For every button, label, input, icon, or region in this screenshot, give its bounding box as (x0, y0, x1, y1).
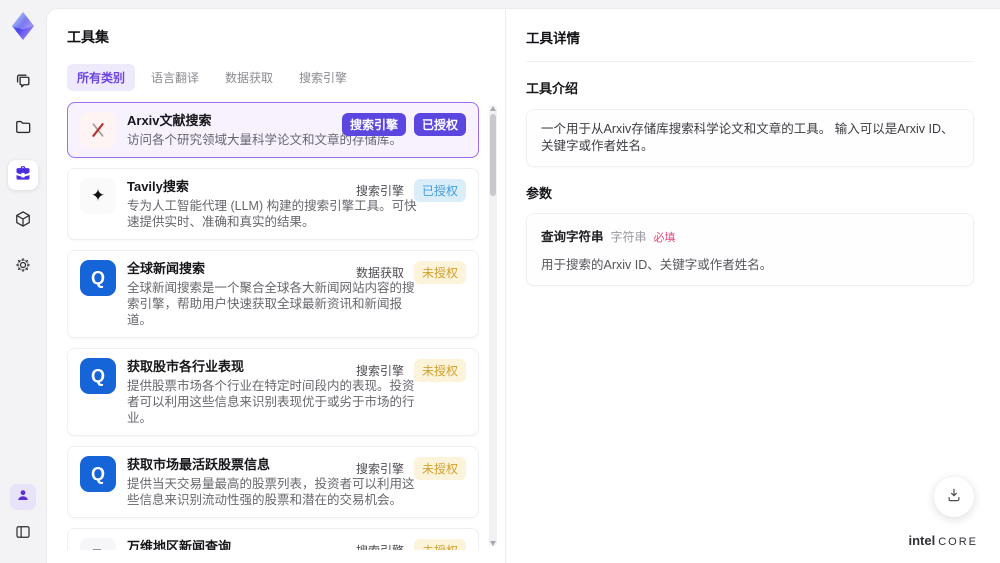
params-section-title: 参数 (526, 186, 553, 201)
tool-tags: 数据获取 未授权 (356, 261, 466, 284)
tool-description: 提供当天交易量最高的股票列表，投资者可以利用这些信息来识别流动性强的股票和潜在的… (127, 477, 415, 507)
user-avatar-button[interactable] (10, 484, 36, 510)
qnews-icon: Q (80, 358, 116, 394)
detail-title: 工具详情 (526, 31, 580, 46)
tool-card[interactable]: Arxiv文献搜索 访问各个研究领域大量科学论文和文章的存储库。 搜索引擎 已授权 (67, 102, 479, 158)
tab-category-2[interactable]: 数据获取 (215, 64, 283, 91)
chat-icon (13, 71, 33, 96)
sidebar-item-files[interactable] (8, 114, 38, 144)
intel-core-logo: intel CORE (908, 533, 978, 548)
sidebar-item-tools[interactable] (8, 160, 38, 190)
tool-tags: 搜索引擎 未授权 (356, 539, 466, 550)
tool-list-panel: 工具集 所有类别 语言翻译 数据获取 搜索引擎 Arxiv文献搜索 访问各个研究领域大量… (47, 9, 505, 563)
scrollbar-thumb[interactable] (490, 114, 496, 196)
category-tag: 搜索引擎 (356, 542, 404, 550)
category-tag: 搜索引擎 (355, 364, 404, 378)
parameter-type: 字符串 (610, 230, 647, 244)
sidebar-rail (0, 0, 46, 563)
tool-card[interactable]: Q 获取股市各行业表现 提供股票市场各个行业在特定时间段内的表现。投资者可以利用这些… (67, 348, 479, 436)
tool-tags: 搜索引擎未授权 (356, 359, 466, 382)
building-icon (80, 538, 116, 550)
folder-icon (13, 117, 33, 142)
gear-icon (13, 255, 33, 280)
tool-list: Arxiv文献搜索 访问各个研究领域大量科学论文和文章的存储库。 搜索引擎 已授权 ✦ T… (67, 102, 479, 550)
user-icon (15, 487, 31, 508)
tool-card[interactable]: ✦ Tavily搜索 专为人工智能代理 (LLM) 构建的搜索引擎工具。可快速提供实… (67, 168, 479, 240)
auth-status-badge: 已授权 (413, 179, 466, 202)
auth-status-badge: 未授权 (413, 359, 466, 382)
sidebar-bottom (8, 484, 38, 549)
auth-status-badge: 未授权 (413, 539, 466, 550)
tool-tags: 搜索引擎 已授权 (356, 179, 466, 202)
tool-description: 提供股票市场各个行业在特定时间段内的表现。投资者可以利用这些信息来识别表现优于或… (127, 379, 415, 425)
tab-category-1[interactable]: 语言翻译 (141, 64, 209, 91)
auth-status-badge: 未授权 (413, 261, 466, 284)
parameter-card: 查询字符串 字符串 必填 用于搜索的Arxiv ID、关键字或作者姓名。 (526, 213, 974, 286)
panel-toggle-button[interactable] (8, 519, 38, 549)
category-tag: 搜索引擎 (355, 184, 404, 198)
qnews-icon: Q (80, 456, 116, 492)
category-tabs: 所有类别 语言翻译 数据获取 搜索引擎 (67, 64, 501, 91)
qnews-icon: Q (80, 260, 116, 296)
brand-intel-text: intel (908, 533, 936, 548)
download-icon (945, 486, 963, 509)
tool-description: 专为人工智能代理 (LLM) 构建的搜索引擎工具。可快速提供实时、准确和真实的结… (127, 199, 417, 229)
tool-description: 全球新闻搜索是一个聚合全球各大新闻网站内容的搜索引擎，帮助用户快速获取全球最新资… (127, 281, 415, 327)
auth-status-badge: 未授权 (413, 457, 466, 480)
toolbox-icon (13, 163, 33, 188)
auth-status-badge: 已授权 (413, 113, 466, 136)
tool-tags: 搜索引擎未授权 (356, 457, 466, 480)
tool-tags: 搜索引擎 已授权 (341, 113, 466, 136)
sidebar-item-chat[interactable] (8, 68, 38, 98)
required-badge: 必填 (653, 232, 676, 244)
star-icon: ✦ (80, 178, 116, 214)
scrollbar[interactable] (489, 105, 497, 547)
page-title: 工具集 (67, 29, 109, 45)
sidebar-item-settings[interactable] (8, 252, 38, 282)
divider (526, 61, 974, 62)
category-tag: 搜索引擎 (355, 462, 404, 476)
tool-card[interactable]: Q 全球新闻搜索 全球新闻搜索是一个聚合全球各大新闻网站内容的搜索引擎，帮助用户快速… (67, 250, 479, 338)
panel-toggle-icon (14, 523, 32, 546)
tool-card[interactable]: 万维地区新闻查询查询具体行政区划内的新闻，快速了解各地新闻动搜索引擎未授权 (67, 528, 479, 550)
content-area: 工具集 所有类别 语言翻译 数据获取 搜索引擎 Arxiv文献搜索 访问各个研究领域大量… (46, 8, 1000, 563)
parameter-name: 查询字符串 (541, 230, 604, 244)
tool-card[interactable]: Q 获取市场最活跃股票信息 提供当天交易量最高的股票列表，投资者可以利用这些信息来识… (67, 446, 479, 518)
brand-core-text: CORE (938, 536, 978, 548)
tool-intro-text: 一个用于从Arxiv存储库搜索科学论文和文章的工具。 输入可以是Arxiv ID… (526, 109, 974, 167)
app-window: 工具集 所有类别 语言翻译 数据获取 搜索引擎 Arxiv文献搜索 访问各个研究领域大量… (0, 0, 1000, 563)
tab-category-3[interactable]: 搜索引擎 (289, 64, 357, 91)
tab-category-0[interactable]: 所有类别 (67, 64, 136, 91)
parameter-description: 用于搜索的Arxiv ID、关键字或作者姓名。 (541, 258, 773, 272)
category-tag: 数据获取 (355, 266, 404, 280)
tool-detail-panel: 工具详情 工具介绍 一个用于从Arxiv存储库搜索科学论文和文章的工具。 输入可… (505, 9, 1000, 563)
intro-section-title: 工具介绍 (526, 81, 579, 96)
parameter-header: 查询字符串 字符串 必填 (541, 226, 959, 245)
sidebar-item-models[interactable] (8, 206, 38, 236)
sidebar-nav (8, 68, 38, 282)
cube-icon (13, 209, 33, 234)
arxiv-icon (80, 112, 116, 148)
app-logo-icon (7, 10, 39, 42)
download-button[interactable] (934, 477, 974, 517)
scroll-down-icon[interactable] (490, 541, 496, 546)
scroll-up-icon[interactable] (490, 106, 496, 111)
category-tag: 搜索引擎 (341, 113, 406, 136)
